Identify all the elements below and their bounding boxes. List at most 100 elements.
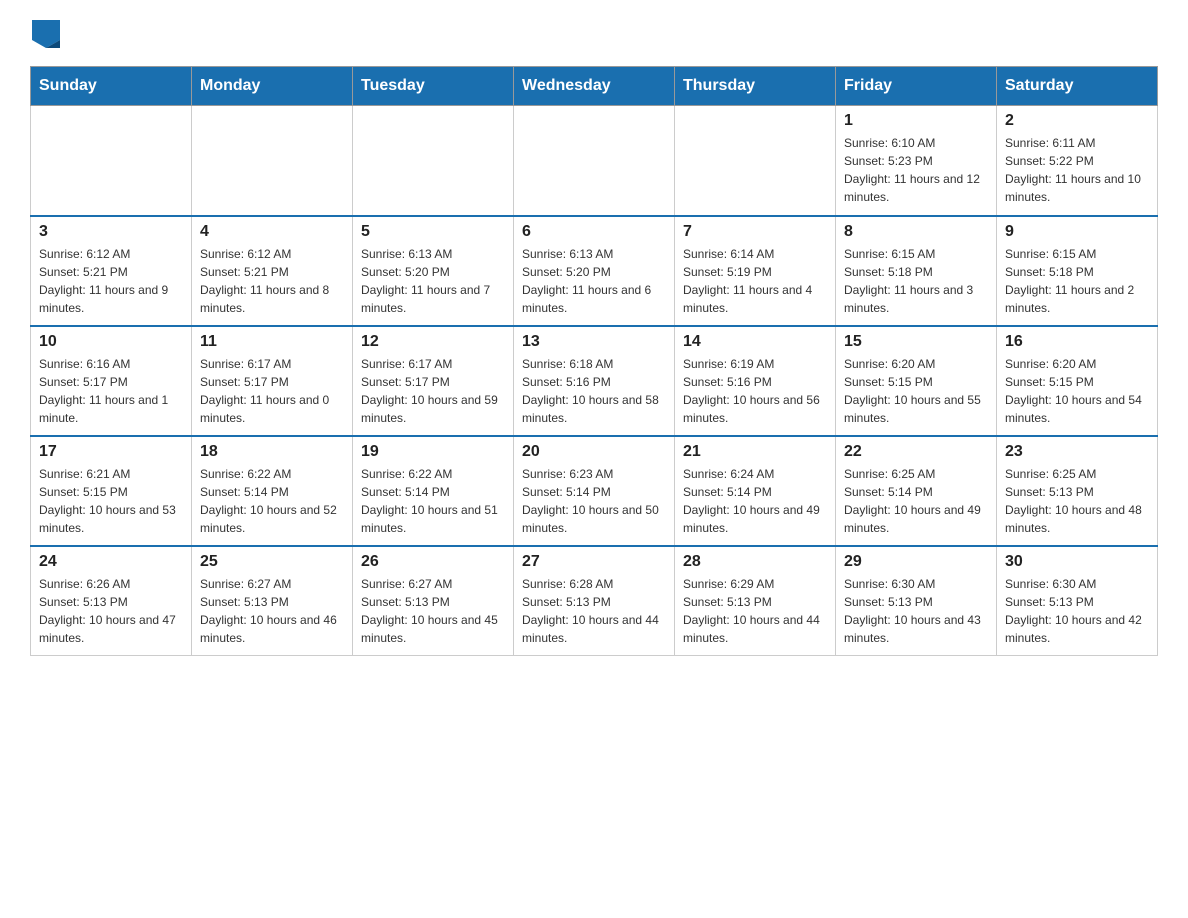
calendar-day-cell [675, 106, 836, 216]
day-info: Sunrise: 6:21 AMSunset: 5:15 PMDaylight:… [39, 465, 183, 537]
calendar-day-cell: 19 Sunrise: 6:22 AMSunset: 5:14 PMDayligh… [353, 436, 514, 546]
day-info: Sunrise: 6:29 AMSunset: 5:13 PMDaylight:… [683, 575, 827, 647]
weekday-header-thursday: Thursday [675, 67, 836, 106]
day-info: Sunrise: 6:14 AMSunset: 5:19 PMDaylight:… [683, 245, 827, 317]
day-info: Sunrise: 6:22 AMSunset: 5:14 PMDaylight:… [361, 465, 505, 537]
calendar-day-cell: 4 Sunrise: 6:12 AMSunset: 5:21 PMDaylight… [192, 216, 353, 326]
day-number: 30 [1005, 553, 1149, 571]
calendar-day-cell: 6 Sunrise: 6:13 AMSunset: 5:20 PMDaylight… [514, 216, 675, 326]
day-number: 24 [39, 553, 183, 571]
calendar-day-cell: 1 Sunrise: 6:10 AMSunset: 5:23 PMDaylight… [836, 106, 997, 216]
calendar-day-cell: 8 Sunrise: 6:15 AMSunset: 5:18 PMDaylight… [836, 216, 997, 326]
day-info: Sunrise: 6:13 AMSunset: 5:20 PMDaylight:… [522, 245, 666, 317]
calendar-day-cell: 12 Sunrise: 6:17 AMSunset: 5:17 PMDayligh… [353, 326, 514, 436]
day-number: 25 [200, 553, 344, 571]
day-info: Sunrise: 6:12 AMSunset: 5:21 PMDaylight:… [200, 245, 344, 317]
day-info: Sunrise: 6:20 AMSunset: 5:15 PMDaylight:… [844, 355, 988, 427]
day-number: 3 [39, 223, 183, 241]
calendar-day-cell: 3 Sunrise: 6:12 AMSunset: 5:21 PMDaylight… [31, 216, 192, 326]
day-info: Sunrise: 6:10 AMSunset: 5:23 PMDaylight:… [844, 134, 988, 206]
calendar-day-cell: 5 Sunrise: 6:13 AMSunset: 5:20 PMDaylight… [353, 216, 514, 326]
day-number: 22 [844, 443, 988, 461]
calendar-day-cell [192, 106, 353, 216]
calendar-day-cell: 24 Sunrise: 6:26 AMSunset: 5:13 PMDayligh… [31, 546, 192, 656]
day-number: 23 [1005, 443, 1149, 461]
logo-icon [32, 20, 60, 48]
calendar-day-cell: 30 Sunrise: 6:30 AMSunset: 5:13 PMDayligh… [997, 546, 1158, 656]
page-header [30, 20, 1158, 48]
calendar-table: SundayMondayTuesdayWednesdayThursdayFrid… [30, 66, 1158, 656]
calendar-day-cell: 25 Sunrise: 6:27 AMSunset: 5:13 PMDayligh… [192, 546, 353, 656]
weekday-header-wednesday: Wednesday [514, 67, 675, 106]
day-info: Sunrise: 6:26 AMSunset: 5:13 PMDaylight:… [39, 575, 183, 647]
day-info: Sunrise: 6:15 AMSunset: 5:18 PMDaylight:… [1005, 245, 1149, 317]
day-info: Sunrise: 6:25 AMSunset: 5:13 PMDaylight:… [1005, 465, 1149, 537]
calendar-header-row: SundayMondayTuesdayWednesdayThursdayFrid… [31, 67, 1158, 106]
day-number: 17 [39, 443, 183, 461]
day-number: 19 [361, 443, 505, 461]
calendar-week-row: 17 Sunrise: 6:21 AMSunset: 5:15 PMDayligh… [31, 436, 1158, 546]
calendar-day-cell: 14 Sunrise: 6:19 AMSunset: 5:16 PMDayligh… [675, 326, 836, 436]
calendar-day-cell: 26 Sunrise: 6:27 AMSunset: 5:13 PMDayligh… [353, 546, 514, 656]
day-number: 20 [522, 443, 666, 461]
calendar-day-cell: 29 Sunrise: 6:30 AMSunset: 5:13 PMDayligh… [836, 546, 997, 656]
day-info: Sunrise: 6:28 AMSunset: 5:13 PMDaylight:… [522, 575, 666, 647]
day-number: 14 [683, 333, 827, 351]
day-info: Sunrise: 6:12 AMSunset: 5:21 PMDaylight:… [39, 245, 183, 317]
calendar-day-cell [514, 106, 675, 216]
day-info: Sunrise: 6:25 AMSunset: 5:14 PMDaylight:… [844, 465, 988, 537]
day-info: Sunrise: 6:27 AMSunset: 5:13 PMDaylight:… [200, 575, 344, 647]
calendar-day-cell [31, 106, 192, 216]
day-number: 1 [844, 112, 988, 130]
weekday-header-sunday: Sunday [31, 67, 192, 106]
calendar-week-row: 24 Sunrise: 6:26 AMSunset: 5:13 PMDayligh… [31, 546, 1158, 656]
day-number: 6 [522, 223, 666, 241]
calendar-day-cell: 2Sunrise: 6:11 AMSunset: 5:22 PMDaylight… [997, 106, 1158, 216]
day-info: Sunrise: 6:18 AMSunset: 5:16 PMDaylight:… [522, 355, 666, 427]
day-info: Sunrise: 6:13 AMSunset: 5:20 PMDaylight:… [361, 245, 505, 317]
day-number: 12 [361, 333, 505, 351]
logo [30, 20, 60, 48]
day-info: Sunrise: 6:30 AMSunset: 5:13 PMDaylight:… [844, 575, 988, 647]
day-info: Sunrise: 6:23 AMSunset: 5:14 PMDaylight:… [522, 465, 666, 537]
calendar-day-cell: 22 Sunrise: 6:25 AMSunset: 5:14 PMDayligh… [836, 436, 997, 546]
calendar-day-cell: 13Sunrise: 6:18 AMSunset: 5:16 PMDayligh… [514, 326, 675, 436]
day-number: 18 [200, 443, 344, 461]
day-info: Sunrise: 6:20 AMSunset: 5:15 PMDaylight:… [1005, 355, 1149, 427]
calendar-day-cell [353, 106, 514, 216]
calendar-week-row: 10Sunrise: 6:16 AMSunset: 5:17 PMDayligh… [31, 326, 1158, 436]
calendar-week-row: 3 Sunrise: 6:12 AMSunset: 5:21 PMDaylight… [31, 216, 1158, 326]
calendar-week-row: 1 Sunrise: 6:10 AMSunset: 5:23 PMDaylight… [31, 106, 1158, 216]
day-info: Sunrise: 6:24 AMSunset: 5:14 PMDaylight:… [683, 465, 827, 537]
day-number: 5 [361, 223, 505, 241]
weekday-header-saturday: Saturday [997, 67, 1158, 106]
day-number: 2 [1005, 112, 1149, 130]
day-number: 4 [200, 223, 344, 241]
day-info: Sunrise: 6:22 AMSunset: 5:14 PMDaylight:… [200, 465, 344, 537]
calendar-day-cell: 28Sunrise: 6:29 AMSunset: 5:13 PMDayligh… [675, 546, 836, 656]
day-info: Sunrise: 6:17 AMSunset: 5:17 PMDaylight:… [200, 355, 344, 427]
weekday-header-friday: Friday [836, 67, 997, 106]
day-info: Sunrise: 6:16 AMSunset: 5:17 PMDaylight:… [39, 355, 183, 427]
day-info: Sunrise: 6:30 AMSunset: 5:13 PMDaylight:… [1005, 575, 1149, 647]
day-number: 27 [522, 553, 666, 571]
day-number: 21 [683, 443, 827, 461]
calendar-day-cell: 15 Sunrise: 6:20 AMSunset: 5:15 PMDayligh… [836, 326, 997, 436]
calendar-day-cell: 16 Sunrise: 6:20 AMSunset: 5:15 PMDayligh… [997, 326, 1158, 436]
calendar-day-cell: 20 Sunrise: 6:23 AMSunset: 5:14 PMDayligh… [514, 436, 675, 546]
day-info: Sunrise: 6:15 AMSunset: 5:18 PMDaylight:… [844, 245, 988, 317]
day-number: 15 [844, 333, 988, 351]
calendar-day-cell: 10Sunrise: 6:16 AMSunset: 5:17 PMDayligh… [31, 326, 192, 436]
calendar-day-cell: 21 Sunrise: 6:24 AMSunset: 5:14 PMDayligh… [675, 436, 836, 546]
day-info: Sunrise: 6:17 AMSunset: 5:17 PMDaylight:… [361, 355, 505, 427]
calendar-day-cell: 23 Sunrise: 6:25 AMSunset: 5:13 PMDayligh… [997, 436, 1158, 546]
day-number: 8 [844, 223, 988, 241]
calendar-day-cell: 17 Sunrise: 6:21 AMSunset: 5:15 PMDayligh… [31, 436, 192, 546]
calendar-day-cell: 27 Sunrise: 6:28 AMSunset: 5:13 PMDayligh… [514, 546, 675, 656]
day-info: Sunrise: 6:19 AMSunset: 5:16 PMDaylight:… [683, 355, 827, 427]
day-number: 16 [1005, 333, 1149, 351]
day-info: Sunrise: 6:27 AMSunset: 5:13 PMDaylight:… [361, 575, 505, 647]
day-number: 29 [844, 553, 988, 571]
calendar-day-cell: 11Sunrise: 6:17 AMSunset: 5:17 PMDayligh… [192, 326, 353, 436]
day-number: 26 [361, 553, 505, 571]
